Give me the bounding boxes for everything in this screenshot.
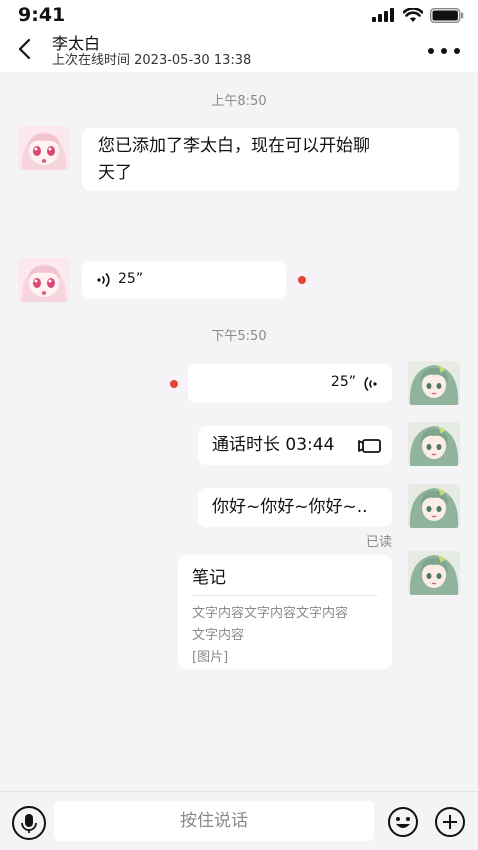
self-avatar[interactable] xyxy=(408,422,460,466)
unread-dot xyxy=(170,380,178,388)
incoming-voice-message[interactable]: 25” xyxy=(82,261,286,299)
video-call-icon xyxy=(358,439,381,453)
self-avatar[interactable] xyxy=(408,484,460,528)
more-dot-icon xyxy=(428,48,434,54)
read-status: 已读 xyxy=(365,535,392,550)
system-added-message[interactable]: 您已添加了李太白，现在可以开始聊 天了 xyxy=(82,128,459,191)
more-dot-icon xyxy=(454,48,460,54)
outgoing-voice-message[interactable]: 25” xyxy=(188,364,392,403)
contact-avatar[interactable] xyxy=(18,126,70,170)
plus-icon xyxy=(435,807,465,837)
call-duration-text: 通话时长 03:44 xyxy=(212,435,335,455)
last-online-time: 上次在线时间 2023-05-30 13:38 xyxy=(52,53,252,68)
voice-duration: 25” xyxy=(118,271,144,287)
system-added-line1: 您已添加了李太白，现在可以开始聊 xyxy=(98,136,370,156)
note-card-message[interactable]: 笔记 文字内容文字内容文字内容 文字内容 [图片] xyxy=(178,555,392,669)
hold-to-talk-button[interactable]: 按住说话 xyxy=(54,801,374,841)
call-record-message[interactable]: 通话时长 03:44 xyxy=(198,426,392,465)
emoji-button[interactable] xyxy=(387,806,419,838)
wifi-icon xyxy=(403,7,423,22)
emoji-icon xyxy=(388,807,418,837)
self-avatar[interactable] xyxy=(408,361,460,405)
system-added-line2: 天了 xyxy=(98,163,132,183)
microphone-icon xyxy=(21,814,37,833)
status-time: 9:41 xyxy=(18,4,66,26)
input-bar: 按住说话 xyxy=(0,791,478,850)
self-avatar[interactable] xyxy=(408,551,460,595)
chat-header: 李太白 上次在线时间 2023-05-30 13:38 xyxy=(0,30,478,72)
greeting-text: 你好~你好~你好~.. xyxy=(212,497,368,517)
anime-girl-pink-avatar-icon xyxy=(18,258,70,302)
battery-icon xyxy=(430,7,464,23)
voice-duration: 25” xyxy=(330,374,356,390)
note-content-line: 文字内容 xyxy=(192,628,245,643)
more-options-button[interactable] xyxy=(428,42,460,60)
anime-girl-green-avatar-icon xyxy=(408,361,460,405)
more-dot-icon xyxy=(441,48,447,54)
contact-avatar[interactable] xyxy=(18,258,70,302)
note-content-line: 文字内容文字内容文字内容 xyxy=(192,606,349,621)
voice-input-button[interactable] xyxy=(12,806,46,840)
voice-wave-icon xyxy=(364,376,377,392)
anime-girl-green-avatar-icon xyxy=(408,422,460,466)
anime-girl-green-avatar-icon xyxy=(408,551,460,595)
back-button[interactable] xyxy=(14,36,38,62)
greeting-message[interactable]: 你好~你好~你好~.. xyxy=(198,488,392,527)
anime-girl-green-avatar-icon xyxy=(408,484,460,528)
note-title: 笔记 xyxy=(192,568,226,588)
status-icons xyxy=(372,6,464,24)
more-actions-button[interactable] xyxy=(434,806,466,838)
anime-girl-pink-avatar-icon xyxy=(18,126,70,170)
note-divider xyxy=(192,595,378,596)
timestamp-label: 下午5:50 xyxy=(211,329,267,344)
timestamp-label: 上午8:50 xyxy=(211,94,267,109)
voice-wave-icon xyxy=(97,272,110,288)
note-image-placeholder: [图片] xyxy=(192,650,229,665)
chevron-left-icon xyxy=(18,38,31,60)
unread-dot xyxy=(298,276,306,284)
status-bar: 9:41 xyxy=(0,0,478,30)
signal-icon xyxy=(372,8,394,22)
